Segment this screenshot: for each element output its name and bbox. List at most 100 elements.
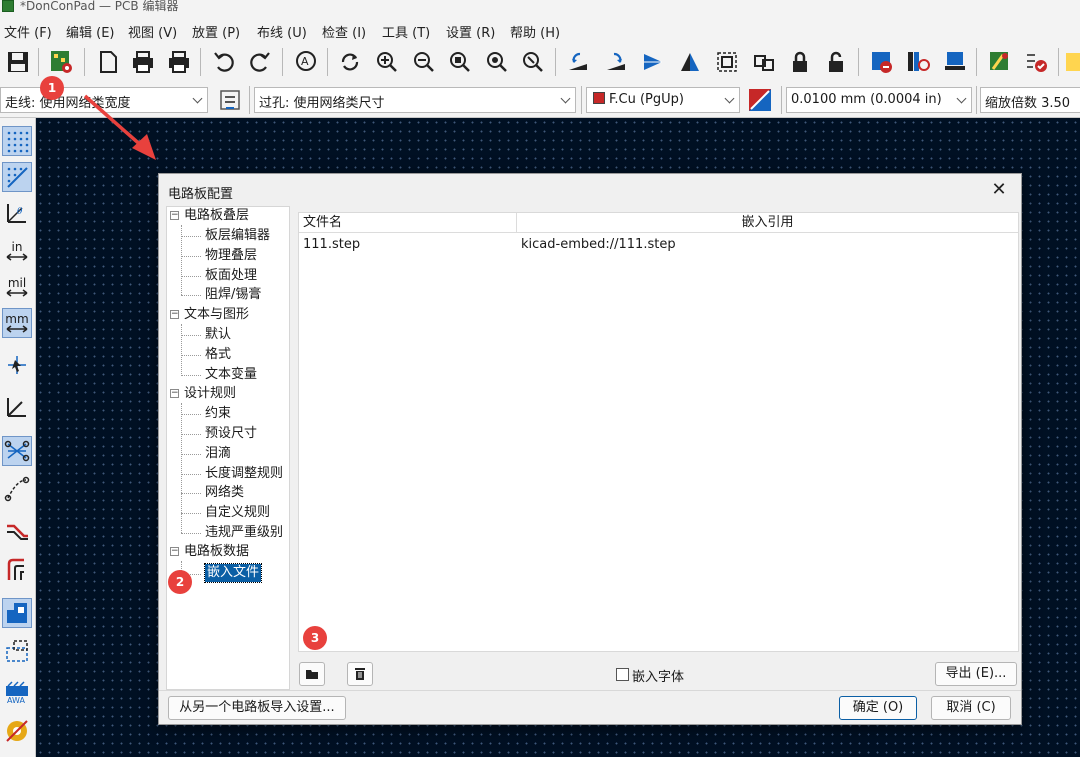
high-contrast-icon[interactable] <box>2 554 32 584</box>
tree-violation-severity[interactable]: 违规严重级别 <box>205 524 283 542</box>
menu-inspect[interactable]: 检查 (I) <box>322 22 366 41</box>
tree-net-classes[interactable]: 网络类 <box>205 484 244 502</box>
app-icon <box>2 0 14 12</box>
tree-formatting[interactable]: 格式 <box>205 346 231 364</box>
tree-solder-mask[interactable]: 阻焊/锡膏 <box>205 286 261 304</box>
cancel-button[interactable]: 取消 (C) <box>931 696 1011 720</box>
footprint-editor-icon[interactable] <box>939 46 971 78</box>
menu-help[interactable]: 帮助 (H) <box>510 22 560 41</box>
unlock-icon[interactable] <box>820 46 852 78</box>
save-icon[interactable] <box>2 46 34 78</box>
tree-predefined-sizes[interactable]: 预设尺寸 <box>205 425 257 443</box>
board-setup-icon[interactable] <box>46 46 78 78</box>
vias-icon[interactable] <box>2 716 32 746</box>
layer-pair-icon[interactable] <box>744 84 776 116</box>
layer-select[interactable]: F.Cu (PgUp) <box>586 87 740 113</box>
tree-layer-editor[interactable]: 板层编辑器 <box>205 227 270 245</box>
menu-tools[interactable]: 工具 (T) <box>382 22 430 41</box>
rotate-ccw-icon[interactable] <box>562 46 594 78</box>
ungroup-icon[interactable] <box>748 46 780 78</box>
grid-select[interactable]: 0.0100 mm (0.0004 in) <box>786 87 972 113</box>
pad-numbers-icon[interactable]: AWA <box>2 676 32 706</box>
tree-length-tuning[interactable]: 长度调整规则 <box>205 465 283 483</box>
table-cell-filename[interactable]: 111.step <box>303 235 360 255</box>
refresh-icon[interactable] <box>334 46 366 78</box>
ok-button[interactable]: 确定 (O) <box>839 696 917 720</box>
zoom-select[interactable]: 缩放倍数 3.50 <box>980 87 1080 113</box>
zoom-fit-icon[interactable] <box>444 46 476 78</box>
add-file-button[interactable] <box>299 662 325 686</box>
column-header-filename[interactable]: 文件名 <box>299 213 517 233</box>
rotate-cw-icon[interactable] <box>600 46 632 78</box>
collapse-toggle[interactable]: − <box>170 389 179 398</box>
close-icon[interactable]: ✕ <box>987 178 1011 202</box>
tree-text-variables[interactable]: 文本变量 <box>205 366 257 384</box>
tree-board-stackup[interactable]: 电路板叠层 <box>184 207 249 225</box>
new-page-icon[interactable] <box>92 46 124 78</box>
zoom-in-icon[interactable] <box>371 46 403 78</box>
group-icon[interactable] <box>711 46 743 78</box>
annotation-badge-2: 2 <box>168 570 192 594</box>
tree-embedded-files[interactable]: 嵌入文件 <box>203 563 263 583</box>
zoom-selection-icon[interactable] <box>517 46 549 78</box>
angle-snap-icon[interactable] <box>2 392 32 422</box>
export-button[interactable]: 导出 (E)... <box>935 662 1017 686</box>
curved-ratsnest-icon[interactable] <box>2 474 32 504</box>
ratsnest-icon[interactable] <box>2 436 32 466</box>
scripting-icon[interactable] <box>984 46 1016 78</box>
zoom-objects-icon[interactable] <box>481 46 513 78</box>
tree-defaults[interactable]: 默认 <box>205 326 231 344</box>
mirror-horizontal-icon[interactable] <box>637 46 669 78</box>
grid-overrides-icon[interactable] <box>2 162 32 192</box>
cursor-crosshair-icon[interactable] <box>2 350 32 380</box>
collapse-toggle[interactable]: − <box>170 547 179 556</box>
tree-board-finish[interactable]: 板面处理 <box>205 267 257 285</box>
more-tools-icon[interactable] <box>1064 46 1080 78</box>
table-cell-reference[interactable]: kicad-embed://111.step <box>521 235 676 255</box>
undo-icon[interactable] <box>208 46 240 78</box>
menu-preferences[interactable]: 设置 (R) <box>446 22 495 41</box>
menu-place[interactable]: 放置 (P) <box>192 22 240 41</box>
menu-file[interactable]: 文件 (F) <box>4 22 52 41</box>
dialog-title: 电路板配置 <box>168 187 234 202</box>
drc-icon[interactable] <box>866 46 898 78</box>
show-tracks-icon[interactable] <box>2 516 32 546</box>
units-mil[interactable]: mil <box>2 272 32 302</box>
print-icon[interactable] <box>127 46 159 78</box>
polar-coords-icon[interactable]: θ <box>2 198 32 228</box>
zone-fill-icon[interactable] <box>2 598 32 628</box>
via-size-select[interactable]: 过孔: 使用网络类尺寸 <box>254 87 576 113</box>
checklist-icon[interactable] <box>1020 46 1052 78</box>
annotation-badge-1: 1 <box>40 76 64 100</box>
units-mm[interactable]: mm <box>2 308 32 338</box>
auto-width-icon[interactable] <box>214 84 246 116</box>
menu-route[interactable]: 布线 (U) <box>257 22 307 41</box>
tree-design-rules[interactable]: 设计规则 <box>184 385 236 403</box>
collapse-toggle[interactable]: − <box>170 211 179 220</box>
collapse-toggle[interactable]: − <box>170 310 179 319</box>
tree-constraints[interactable]: 约束 <box>205 405 231 423</box>
find-icon[interactable]: A <box>290 46 322 78</box>
footprint-library-icon[interactable] <box>902 46 934 78</box>
aux-toolbar: 走线: 使用网络类宽度 过孔: 使用网络类尺寸 F.Cu (PgUp) 0.01… <box>0 82 1080 118</box>
redo-icon[interactable] <box>244 46 276 78</box>
tree-board-data[interactable]: 电路板数据 <box>184 543 249 561</box>
tree-text-graphics[interactable]: 文本与图形 <box>184 306 249 324</box>
units-inch[interactable]: in <box>2 236 32 266</box>
menu-view[interactable]: 视图 (V) <box>128 22 177 41</box>
track-width-select[interactable]: 走线: 使用网络类宽度 <box>0 87 208 113</box>
plot-icon[interactable] <box>163 46 195 78</box>
tree-teardrops[interactable]: 泪滴 <box>205 445 231 463</box>
zoom-out-icon[interactable] <box>408 46 440 78</box>
mirror-vertical-icon[interactable] <box>674 46 706 78</box>
import-settings-button[interactable]: 从另一个电路板导入设置... <box>168 696 346 720</box>
delete-file-button[interactable] <box>347 662 373 686</box>
grid-dots-icon[interactable] <box>2 126 32 156</box>
tree-physical-stackup[interactable]: 物理叠层 <box>205 247 257 265</box>
lock-icon[interactable] <box>784 46 816 78</box>
embed-fonts-checkbox[interactable] <box>616 668 629 681</box>
tree-custom-rules[interactable]: 自定义规则 <box>205 504 270 522</box>
column-header-reference[interactable]: 嵌入引用 <box>517 213 1018 233</box>
zone-outline-icon[interactable] <box>2 636 32 666</box>
menu-edit[interactable]: 编辑 (E) <box>66 22 115 41</box>
